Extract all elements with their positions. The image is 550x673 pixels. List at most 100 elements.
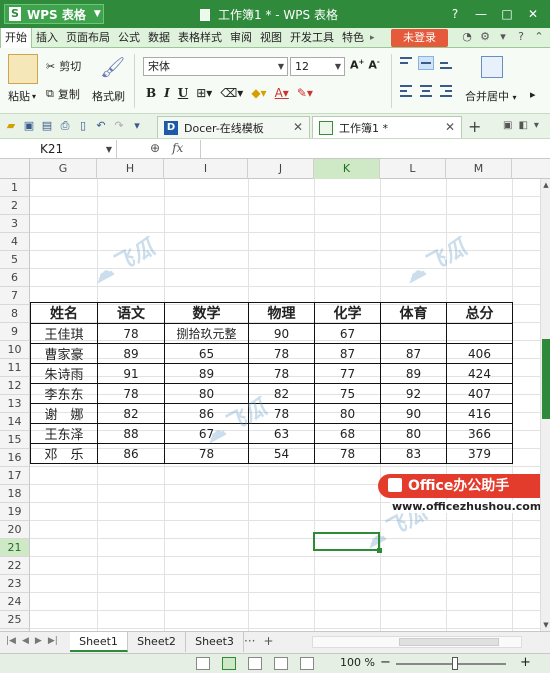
table-cell[interactable]: 捌拾玖元整 — [164, 323, 249, 344]
reading-mode-icon[interactable] — [300, 657, 314, 670]
row-header[interactable]: 21 — [0, 539, 30, 557]
add-sheet-icon[interactable]: + — [263, 634, 273, 648]
table-cell[interactable] — [446, 323, 513, 344]
italic-icon[interactable]: I — [164, 86, 170, 100]
vertical-scrollbar[interactable]: ▲ ▼ — [540, 179, 550, 631]
help-button[interactable]: ? — [442, 4, 468, 24]
row-header[interactable]: 12 — [0, 377, 30, 395]
zoom-in-icon[interactable]: + — [520, 655, 531, 670]
column-header[interactable]: J — [248, 159, 314, 179]
row-header[interactable]: 1 — [0, 179, 30, 197]
table-cell[interactable]: 67 — [314, 323, 381, 344]
table-cell[interactable]: 89 — [164, 363, 249, 384]
last-sheet-icon[interactable]: ▶| — [48, 636, 58, 646]
zoom-out-icon[interactable]: − — [380, 655, 391, 670]
row-header[interactable]: 8 — [0, 305, 30, 323]
table-cell[interactable]: 75 — [314, 383, 381, 404]
paste-icon[interactable] — [8, 54, 38, 84]
scroll-thumb[interactable] — [542, 339, 550, 419]
table-cell[interactable]: 406 — [446, 343, 513, 364]
menu-home[interactable]: 开始 — [0, 27, 32, 48]
formula-input[interactable] — [200, 140, 548, 158]
align-top-icon[interactable] — [398, 56, 414, 70]
font-color-icon[interactable]: A▾ — [275, 86, 289, 100]
table-cell[interactable]: 87 — [314, 343, 381, 364]
table-cell[interactable]: 92 — [380, 383, 447, 404]
scroll-up-icon[interactable]: ▲ — [541, 181, 550, 189]
row-header[interactable]: 7 — [0, 287, 30, 305]
row-header[interactable]: 20 — [0, 521, 30, 539]
table-cell[interactable]: 谢 娜 — [30, 403, 98, 424]
sheet-tab-sheet2[interactable]: Sheet2 — [128, 632, 186, 652]
align-center-icon[interactable] — [418, 84, 434, 98]
menu-developer[interactable]: 开发工具 — [286, 28, 338, 48]
shirt-icon[interactable]: ▾ — [494, 30, 512, 46]
sheet-tab-sheet3[interactable]: Sheet3 — [186, 632, 244, 652]
table-cell[interactable]: 80 — [380, 423, 447, 444]
close-button[interactable]: ✕ — [520, 4, 546, 24]
open-folder-icon[interactable]: ▰ — [4, 119, 18, 133]
table-header-cell[interactable]: 姓名 — [30, 302, 98, 324]
prev-sheet-icon[interactable]: ◀ — [22, 636, 29, 646]
insert-function-button[interactable]: fx — [172, 141, 183, 155]
name-box[interactable]: K21 ▼ — [2, 140, 117, 158]
column-header[interactable]: L — [380, 159, 446, 179]
increase-font-icon[interactable]: A+ — [350, 58, 364, 72]
table-cell[interactable]: 78 — [97, 323, 165, 344]
table-header-cell[interactable]: 体育 — [380, 302, 447, 324]
table-cell[interactable]: 407 — [446, 383, 513, 404]
tab-docer[interactable]: D Docer-在线模板 ✕ — [157, 116, 310, 138]
horizontal-scrollbar[interactable] — [312, 636, 522, 648]
row-header[interactable]: 17 — [0, 467, 30, 485]
row-header[interactable]: 4 — [0, 233, 30, 251]
row-header[interactable]: 16 — [0, 449, 30, 467]
decrease-font-icon[interactable]: A- — [368, 58, 379, 72]
table-cell[interactable]: 88 — [97, 423, 165, 444]
table-cell[interactable]: 86 — [97, 443, 165, 464]
zoom-level[interactable]: 100 % — [340, 656, 375, 669]
undo-icon[interactable]: ↶ — [94, 119, 108, 133]
table-cell[interactable]: 82 — [97, 403, 165, 424]
copy-button[interactable]: ⧉ 复制 — [46, 86, 80, 102]
column-header[interactable]: H — [97, 159, 164, 179]
table-cell[interactable]: 68 — [314, 423, 381, 444]
row-header[interactable]: 19 — [0, 503, 30, 521]
table-cell[interactable] — [380, 323, 447, 344]
row-header[interactable]: 22 — [0, 557, 30, 575]
table-cell[interactable]: 邓 乐 — [30, 443, 98, 464]
redo-icon[interactable]: ↷ — [112, 119, 126, 133]
row-header[interactable]: 25 — [0, 611, 30, 629]
table-cell[interactable]: 379 — [446, 443, 513, 464]
table-cell[interactable]: 曹家豪 — [30, 343, 98, 364]
column-header[interactable]: M — [446, 159, 512, 179]
paste-button[interactable]: 粘贴 ▾ — [8, 88, 36, 104]
more-sheets-button[interactable]: ··· — [244, 634, 255, 648]
new-tab-button[interactable]: + — [468, 117, 481, 136]
border-icon[interactable]: ⊞▾ — [196, 86, 212, 100]
table-cell[interactable]: 83 — [380, 443, 447, 464]
row-header[interactable]: 5 — [0, 251, 30, 269]
menu-features[interactable]: 特色 — [338, 28, 368, 48]
merge-center-button[interactable]: 合并居中 ▾ — [465, 88, 517, 104]
zoom-slider-handle[interactable] — [452, 657, 458, 670]
table-cell[interactable]: 78 — [248, 343, 315, 364]
table-cell[interactable]: 89 — [380, 363, 447, 384]
tab-window-icon[interactable]: ◧ — [518, 120, 527, 131]
column-header[interactable]: I — [164, 159, 248, 179]
menu-scroll-right-icon[interactable]: ▸ — [368, 33, 377, 43]
menu-review[interactable]: 审阅 — [226, 28, 256, 48]
selected-cell-k21[interactable] — [313, 532, 382, 553]
table-cell[interactable]: 77 — [314, 363, 381, 384]
help-icon[interactable]: ? — [512, 30, 530, 46]
scroll-down-icon[interactable]: ▼ — [541, 621, 550, 629]
column-header-selected[interactable]: K — [314, 159, 380, 179]
row-header[interactable]: 15 — [0, 431, 30, 449]
fullscreen-icon[interactable] — [274, 657, 288, 670]
table-cell[interactable]: 91 — [97, 363, 165, 384]
save-icon[interactable]: ▣ — [22, 119, 36, 133]
table-cell[interactable]: 78 — [314, 443, 381, 464]
menu-table-style[interactable]: 表格样式 — [174, 28, 226, 48]
spreadsheet-grid[interactable]: G H I J K L M 1 2 3 4 5 6 7 8 9 10 11 12 13 14 15 16 17 1… — [0, 159, 550, 631]
horizontal-scroll-thumb[interactable] — [399, 638, 499, 646]
column-header[interactable]: G — [30, 159, 97, 179]
